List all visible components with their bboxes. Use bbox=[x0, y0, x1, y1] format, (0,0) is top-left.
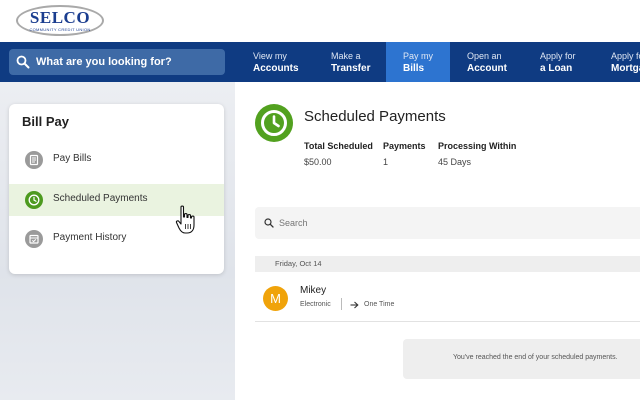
nav-pay-bills[interactable]: Pay my Bills bbox=[386, 42, 450, 82]
main-navbar: What are you looking for? View my Accoun… bbox=[0, 42, 640, 82]
scheduled-payments-clock-icon bbox=[255, 104, 293, 142]
stat-total-scheduled-value: $50.00 bbox=[304, 157, 332, 167]
bill-pay-menu: Bill Pay Pay Bills Scheduled Payments Pa… bbox=[9, 104, 224, 274]
hand-cursor-icon bbox=[175, 205, 195, 234]
payee-name: Mikey bbox=[300, 285, 327, 296]
clock-icon bbox=[25, 191, 43, 209]
stat-payments-value: 1 bbox=[383, 157, 389, 167]
nav-apply-loan[interactable]: Apply for a Loan bbox=[540, 42, 576, 82]
logo-name: SELCO bbox=[29, 8, 91, 27]
global-search[interactable]: What are you looking for? bbox=[9, 49, 225, 75]
date-group-header: Friday, Oct 14 bbox=[255, 256, 640, 272]
payments-search-input[interactable] bbox=[279, 216, 579, 230]
nav-apply-mortgage[interactable]: Apply for Mortgage bbox=[611, 42, 640, 82]
nav-view-accounts[interactable]: View my Accounts bbox=[253, 42, 299, 82]
logo-tagline: COMMUNITY CREDIT UNION bbox=[29, 27, 91, 32]
page-title: Scheduled Payments bbox=[304, 108, 446, 125]
sidebar-item-pay-bills[interactable]: Pay Bills bbox=[9, 144, 224, 176]
date-group-label: Friday, Oct 14 bbox=[275, 259, 322, 268]
bill-pay-title: Bill Pay bbox=[22, 114, 69, 129]
payment-frequency: One Time bbox=[364, 301, 395, 308]
search-icon bbox=[16, 55, 30, 69]
sidebar-item-label: Payment History bbox=[53, 232, 127, 243]
scheduled-payment-row[interactable]: M Mikey Electronic One Time bbox=[255, 274, 640, 322]
nav-open-account[interactable]: Open an Account bbox=[467, 42, 507, 82]
end-of-list-message: You've reached the end of your scheduled… bbox=[453, 354, 618, 361]
top-header: SELCO COMMUNITY CREDIT UNION bbox=[0, 0, 640, 42]
selco-logo[interactable]: SELCO COMMUNITY CREDIT UNION bbox=[16, 5, 104, 36]
document-icon bbox=[25, 151, 43, 169]
sidebar-item-label: Scheduled Payments bbox=[53, 193, 148, 204]
stat-payments-label: Payments bbox=[383, 141, 426, 151]
search-icon bbox=[264, 218, 274, 228]
meta-divider bbox=[341, 298, 342, 310]
stat-processing-label: Processing Within bbox=[438, 141, 517, 151]
stat-processing-value: 45 Days bbox=[438, 157, 472, 167]
calendar-icon bbox=[25, 230, 43, 248]
payment-method: Electronic bbox=[300, 301, 331, 308]
sidebar-item-label: Pay Bills bbox=[53, 153, 92, 164]
arrow-right-icon bbox=[350, 301, 359, 309]
global-search-placeholder: What are you looking for? bbox=[36, 56, 172, 68]
payments-search bbox=[255, 207, 640, 239]
end-of-list-notice: You've reached the end of your scheduled… bbox=[403, 339, 640, 379]
stat-total-scheduled-label: Total Scheduled bbox=[304, 141, 373, 151]
nav-make-transfer[interactable]: Make a Transfer bbox=[331, 42, 370, 82]
payee-avatar: M bbox=[263, 286, 288, 311]
